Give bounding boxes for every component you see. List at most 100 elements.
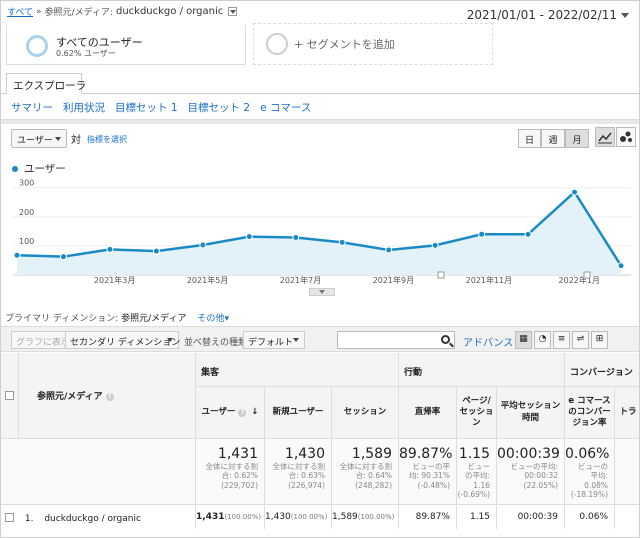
table-search-input[interactable] xyxy=(337,331,455,349)
select-metric-link[interactable]: 指標を選択 xyxy=(87,134,127,145)
line-chart-button[interactable] xyxy=(595,127,615,147)
sort-type-label: 並べ替えの種類: xyxy=(184,338,251,348)
data-point[interactable] xyxy=(478,230,486,238)
data-point[interactable] xyxy=(245,233,253,241)
subnav-goal-set-1[interactable]: 目標セット 1 xyxy=(115,100,178,115)
data-point[interactable] xyxy=(13,251,21,259)
subnav-ecommerce[interactable]: e コマース xyxy=(260,100,311,115)
totals-cell: 1,589 全体に対する割 合: 0.64% (248,282) xyxy=(332,439,399,505)
data-point[interactable] xyxy=(338,238,346,246)
data-point[interactable] xyxy=(199,241,207,249)
data-point[interactable] xyxy=(431,241,439,249)
header-checkbox-cell xyxy=(1,353,19,439)
segment-subtitle: 0.62% ユーザー xyxy=(56,49,116,58)
totals-caption: ビューの平均: xyxy=(510,462,558,471)
breadcrumb: すべて » 参照元/メディア: duckduckgo / organic xyxy=(7,5,238,18)
col-pages-per-session[interactable]: ページ/セッション xyxy=(457,387,497,439)
annotation-marker-icon[interactable] xyxy=(583,271,591,279)
totals-caption: (229,702) xyxy=(221,480,258,490)
col-avg-session-duration-label: 平均セッション時間 xyxy=(500,401,561,423)
add-segment-label: + セグメントを追加 xyxy=(294,38,395,51)
group-header-acquisition: 集客 xyxy=(196,353,399,387)
col-avg-session-duration[interactable]: 平均セッション時間 xyxy=(497,387,565,439)
row-users: 1,431 xyxy=(196,512,225,522)
col-bounce-rate[interactable]: 直帰率 xyxy=(399,387,457,439)
comparison-view-button[interactable]: ⇌ xyxy=(572,331,589,349)
col-ecommerce-conversion-rate[interactable]: e コマースのコンバージョン率 xyxy=(565,387,615,439)
dimension-header[interactable]: 参照元/メディア? xyxy=(19,353,196,439)
totals-caption: 平均: xyxy=(590,471,608,481)
performance-view-button[interactable]: ≡ xyxy=(553,331,570,349)
totals-caption: 全体に対する割 xyxy=(339,462,393,471)
subnav-goal-set-2[interactable]: 目標セット 2 xyxy=(188,100,251,115)
y-tick-label: 300 xyxy=(19,179,34,188)
col-sessions[interactable]: セッション xyxy=(332,387,399,439)
comparison-icon: ⇌ xyxy=(576,334,585,344)
granularity-week-button[interactable]: 週 xyxy=(541,129,565,148)
subnav-usage[interactable]: 利用状況 xyxy=(63,100,105,115)
primary-dimension-other[interactable]: その他 xyxy=(197,314,224,324)
x-tick-label: 2021年5月 xyxy=(187,275,228,285)
table-view-button[interactable]: ▦ xyxy=(515,331,532,349)
data-point[interactable] xyxy=(524,230,532,238)
breadcrumb-dimension: 参照元/メディア: xyxy=(44,8,113,18)
totals-cell: 1,430 全体に対する割 合: 0.63% (226,974) xyxy=(265,439,332,505)
pie-chart-icon: ◔ xyxy=(538,334,547,344)
row-pages-per-session: 1.15 xyxy=(457,505,497,529)
granularity-day-button[interactable]: 日 xyxy=(518,129,541,148)
totals-caption: ビューの xyxy=(578,462,608,471)
row-checkbox[interactable] xyxy=(5,513,14,522)
sort-desc-icon: ↓ xyxy=(251,406,259,417)
pie-view-button[interactable]: ◔ xyxy=(534,331,551,349)
annotation-marker-icon[interactable] xyxy=(437,271,445,279)
pivot-view-button[interactable]: ⊞ xyxy=(591,331,608,349)
col-users[interactable]: ユーザー? ↓ xyxy=(196,387,265,439)
group-header-behavior: 行動 xyxy=(399,353,565,387)
data-point[interactable] xyxy=(385,246,393,254)
totals-caption: 全体に対する割 xyxy=(272,462,326,471)
totals-value: 1,589 xyxy=(351,446,392,462)
totals-cell: 89.87% ビューの平 均: 90.31% (-0.48%) xyxy=(399,439,457,505)
breadcrumb-dropdown-icon[interactable] xyxy=(228,7,238,16)
select-all-checkbox[interactable] xyxy=(5,391,14,400)
collapse-chart-handle[interactable] xyxy=(309,288,335,296)
help-icon[interactable]: ? xyxy=(238,408,247,417)
motion-chart-button[interactable] xyxy=(616,127,636,147)
help-icon[interactable]: ? xyxy=(105,392,114,401)
data-point[interactable] xyxy=(152,247,160,255)
metric-select[interactable]: ユーザー xyxy=(11,129,67,148)
segment-all-users[interactable]: すべてのユーザー 0.62% ユーザー xyxy=(6,23,246,65)
chevron-down-icon xyxy=(621,13,629,18)
granularity-month-button[interactable]: 月 xyxy=(565,129,589,148)
add-segment-button[interactable]: + セグメントを追加 xyxy=(253,23,493,65)
breadcrumb-root[interactable]: すべて xyxy=(7,5,33,18)
row-new-users-cell: 1,430(100.00%) xyxy=(265,505,332,529)
totals-caption: (-0.48%) xyxy=(417,480,450,490)
totals-caption: (-0.69%) xyxy=(457,490,490,500)
bubble-chart-icon xyxy=(620,131,632,142)
search-icon[interactable] xyxy=(441,335,450,344)
data-point[interactable] xyxy=(106,245,114,253)
row-avg-duration: 00:00:39 xyxy=(497,505,565,529)
row-dimension-link[interactable]: duckduckgo / organic xyxy=(44,514,141,524)
group-header-conversions: コンバージョン xyxy=(565,353,639,387)
data-point[interactable] xyxy=(59,253,67,261)
sort-type-select[interactable]: デフォルト xyxy=(243,331,305,349)
row-users-cell: 1,431(100.00%) xyxy=(196,505,265,529)
subnav-summary[interactable]: サマリー xyxy=(11,100,53,115)
date-range-picker[interactable]: 2021/01/01 - 2022/02/11 xyxy=(467,8,629,22)
col-new-users[interactable]: 新規ユーザー xyxy=(265,387,332,439)
data-point[interactable] xyxy=(571,188,579,196)
x-tick-label: 2021年11月 xyxy=(466,275,513,285)
table-row[interactable]: 1. duckduckgo / organic xyxy=(1,505,196,529)
chevron-down-icon xyxy=(55,137,61,141)
col-transactions[interactable]: トラ xyxy=(615,387,639,439)
tab-explorer[interactable]: エクスプローラ xyxy=(6,73,86,94)
col-bounce-rate-label: 直帰率 xyxy=(414,406,441,417)
data-point[interactable] xyxy=(617,262,625,270)
advanced-filter-link[interactable]: アドバンス xyxy=(463,334,513,349)
secondary-dimension-select[interactable]: セカンダリ ディメンション xyxy=(65,331,180,349)
col-sessions-label: セッション xyxy=(343,406,387,417)
data-point[interactable] xyxy=(292,233,300,241)
metric-select-value: ユーザー xyxy=(17,136,53,146)
